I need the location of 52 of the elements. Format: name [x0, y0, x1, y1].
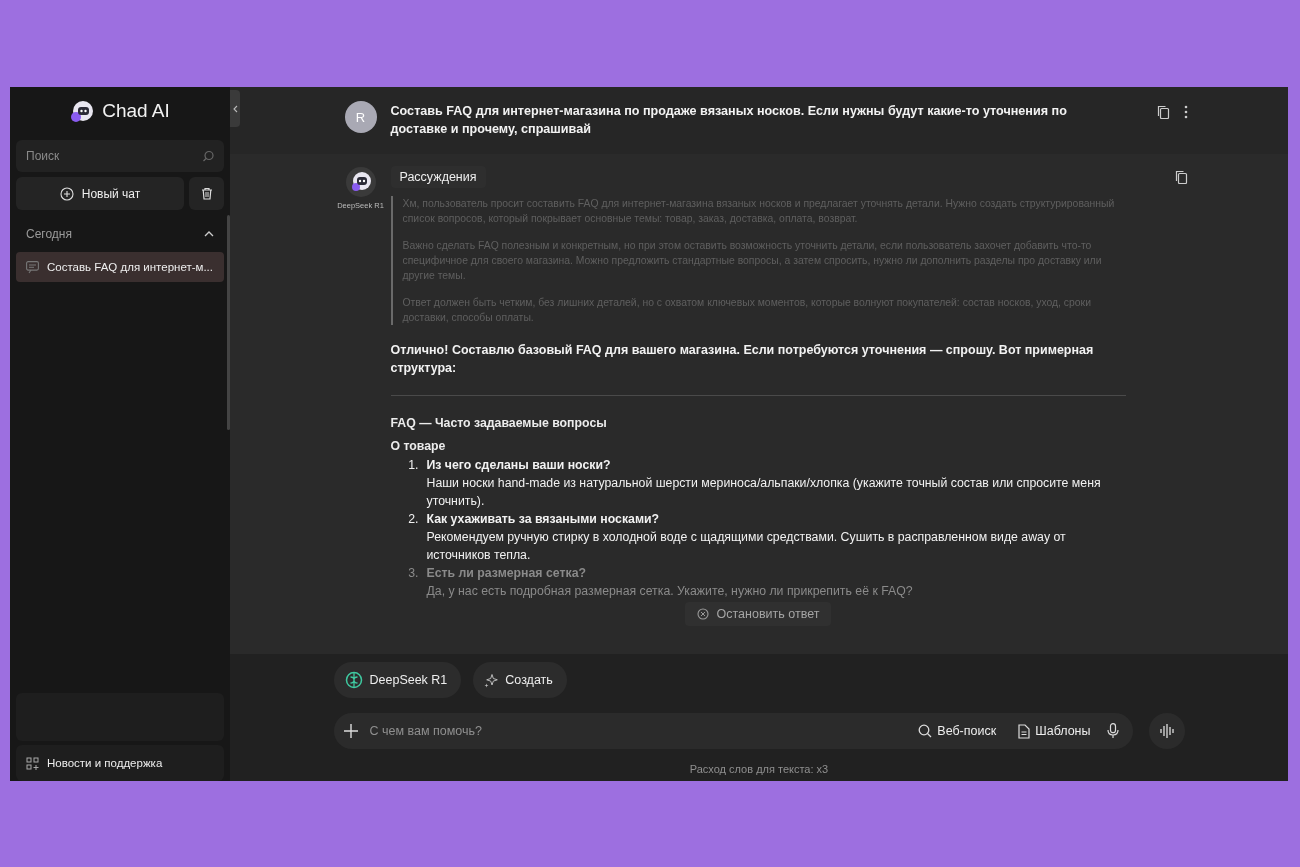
- grid-plus-icon: [26, 756, 39, 770]
- section-toggle[interactable]: Сегодня: [16, 226, 224, 242]
- faq-question: Как ухаживать за вязаными носками?: [426, 511, 661, 528]
- brain-icon: [344, 671, 363, 689]
- faq-answer: Наши носки hand-made из натуральной шерсти мериноса/альпаки/хлопка (укажите точный состав или спросите меня уточнить).: [426, 475, 1102, 510]
- news-support-link[interactable]: Новости и поддержка: [16, 745, 224, 781]
- section-heading: О товаре: [390, 439, 447, 453]
- answer-intro: Отлично! Составлю базовый FAQ для вашего магазина. Если потребуются уточнения — спрошу. Вот примерная структура:: [390, 342, 1095, 377]
- list-number: 3.: [407, 565, 420, 582]
- chevron-up-icon: [204, 230, 214, 238]
- message-input[interactable]: С чем вам помочь?: [367, 723, 903, 739]
- collapse-handle[interactable]: [230, 90, 240, 127]
- logo-text: Chad AI: [102, 100, 170, 122]
- search-icon: [918, 724, 933, 738]
- chevron-left-icon: [232, 104, 238, 113]
- search-field[interactable]: Поиск: [26, 149, 202, 163]
- waveform-icon: [1159, 723, 1174, 739]
- faq-answer: Рекомендуем ручную стирку в холодной воде с щадящими средствами. Сушить в расправленном виде away от источников тепла.: [426, 529, 1067, 564]
- search-icon: [202, 150, 214, 162]
- copy-icon[interactable]: [1156, 105, 1170, 119]
- user-message-text: Составь FAQ для интернет-магазина по продаже вязаных носков. Если нужны будут какие-то уточнения по доставке и прочему, спрашивай: [390, 103, 1068, 138]
- plus-circle-icon: [59, 186, 74, 201]
- model-chip[interactable]: DeepSeek R1: [333, 662, 462, 698]
- new-chat-button[interactable]: Новый чат: [16, 177, 184, 210]
- faq-heading: FAQ — Часто задаваемые вопросы: [390, 416, 608, 430]
- message-input[interactable]: С чем вам помочь? Веб-поиск Шаблоны: [333, 713, 1133, 749]
- stop-icon: [696, 608, 709, 620]
- trash-icon: [200, 187, 213, 200]
- web-search-button[interactable]: Веб-поиск: [912, 724, 1003, 738]
- chat-item[interactable]: Составь FAQ для интернет-м...: [16, 252, 224, 282]
- copy-icon[interactable]: [1174, 170, 1188, 184]
- faq-answer: Да, у нас есть подробная размерная сетка. Укажите, нужно ли прикрепить её к FAQ?: [426, 583, 913, 600]
- delete-button[interactable]: [189, 177, 224, 210]
- create-chip[interactable]: Создать: [473, 662, 567, 698]
- voice-mode-button[interactable]: [1148, 713, 1185, 749]
- document-icon: [1018, 723, 1031, 739]
- more-icon[interactable]: [1183, 105, 1188, 119]
- usage-note: Расход слов для текста: x3: [688, 763, 830, 775]
- user-avatar: R: [344, 101, 377, 133]
- list-number: 1.: [407, 457, 420, 474]
- microphone-icon[interactable]: [1106, 723, 1119, 739]
- faq-question: Есть ли размерная сетка?: [426, 565, 587, 582]
- sparkle-icon: [484, 672, 499, 688]
- plus-icon[interactable]: [343, 724, 358, 738]
- stop-response-button[interactable]: Остановить ответ: [684, 602, 832, 626]
- chat-bubble-icon: [26, 260, 39, 274]
- search-field[interactable]: Поиск: [16, 140, 224, 172]
- assistant-avatar: [344, 166, 377, 198]
- templates-button[interactable]: Шаблоны: [1012, 723, 1097, 739]
- faq-question: Из чего сделаны ваши носки?: [426, 457, 612, 474]
- reasoning-label[interactable]: Рассуждения: [390, 166, 486, 188]
- list-number: 2.: [407, 511, 420, 528]
